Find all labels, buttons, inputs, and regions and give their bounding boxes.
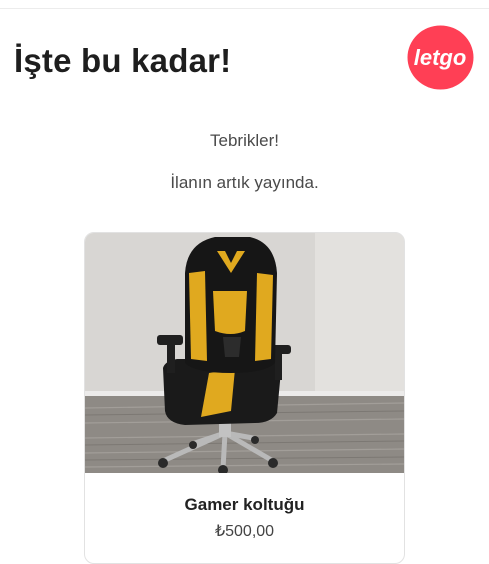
letgo-logo: letgo [407,25,474,90]
listing-title: Gamer koltuğu [184,495,305,514]
listing-price: ₺500,00 [214,523,275,540]
page-title: İşte bu kadar! [14,42,232,79]
listing-photo[interactable] [85,233,404,473]
listing-card[interactable]: Gamer koltuğu ₺500,00 [84,232,405,564]
published-text: İlanın artık yayında. [170,173,319,192]
logo-text: letgo [414,45,467,70]
top-divider [0,8,489,9]
congrats-text: Tebrikler! [210,131,279,150]
